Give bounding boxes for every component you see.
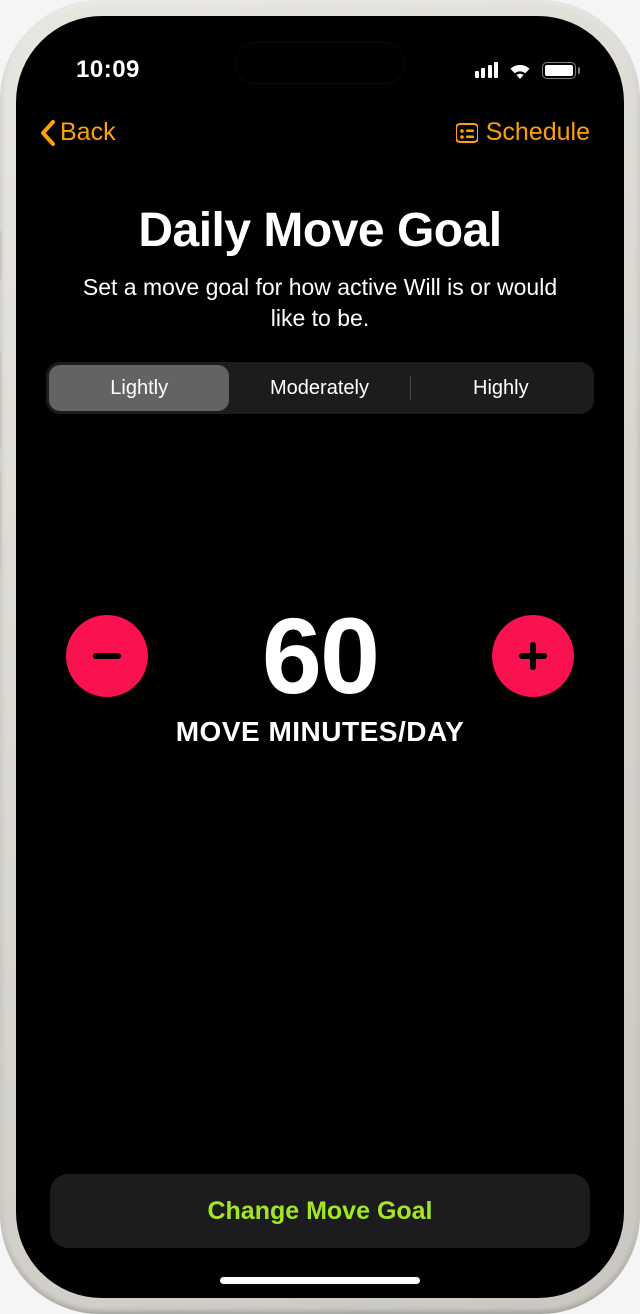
cellular-signal-icon (475, 62, 499, 78)
volume-down-hw (0, 470, 2, 570)
schedule-label: Schedule (486, 118, 590, 147)
volume-up-hw (0, 350, 2, 450)
activity-level-segmented-control: Lightly Moderately Highly (46, 362, 594, 414)
status-icons (475, 61, 581, 79)
chevron-left-icon (40, 120, 56, 146)
battery-icon (542, 62, 580, 79)
minus-icon (87, 636, 127, 676)
schedule-button[interactable]: Schedule (456, 118, 590, 147)
segment-lightly[interactable]: Lightly (49, 365, 229, 411)
segment-moderately-label: Moderately (270, 377, 369, 400)
goal-stepper: 60 (46, 602, 594, 710)
segment-highly[interactable]: Highly (411, 365, 591, 411)
goal-unit-label: MOVE MINUTES/DAY (46, 716, 594, 748)
segment-highly-label: Highly (473, 377, 529, 400)
segment-moderately[interactable]: Moderately (229, 365, 409, 411)
wifi-icon (508, 61, 532, 79)
dynamic-island (235, 42, 405, 84)
screen: 10:09 Back (16, 16, 624, 1298)
schedule-icon (456, 123, 478, 143)
phone-frame: 10:09 Back (0, 0, 640, 1314)
segment-lightly-label: Lightly (110, 377, 168, 400)
silence-switch (0, 230, 2, 280)
page-title: Daily Move Goal (46, 203, 594, 258)
status-time: 10:09 (76, 56, 140, 84)
plus-icon (513, 636, 553, 676)
change-move-goal-label: Change Move Goal (207, 1197, 432, 1226)
back-label: Back (60, 118, 116, 147)
goal-value: 60 (262, 602, 378, 710)
nav-bar: Back Schedule (16, 96, 624, 157)
change-move-goal-button[interactable]: Change Move Goal (50, 1174, 590, 1248)
home-indicator[interactable] (220, 1277, 420, 1284)
content-area: Daily Move Goal Set a move goal for how … (16, 157, 624, 1298)
increase-button[interactable] (492, 615, 574, 697)
decrease-button[interactable] (66, 615, 148, 697)
back-button[interactable]: Back (40, 118, 116, 147)
page-subtitle: Set a move goal for how active Will is o… (46, 272, 594, 334)
